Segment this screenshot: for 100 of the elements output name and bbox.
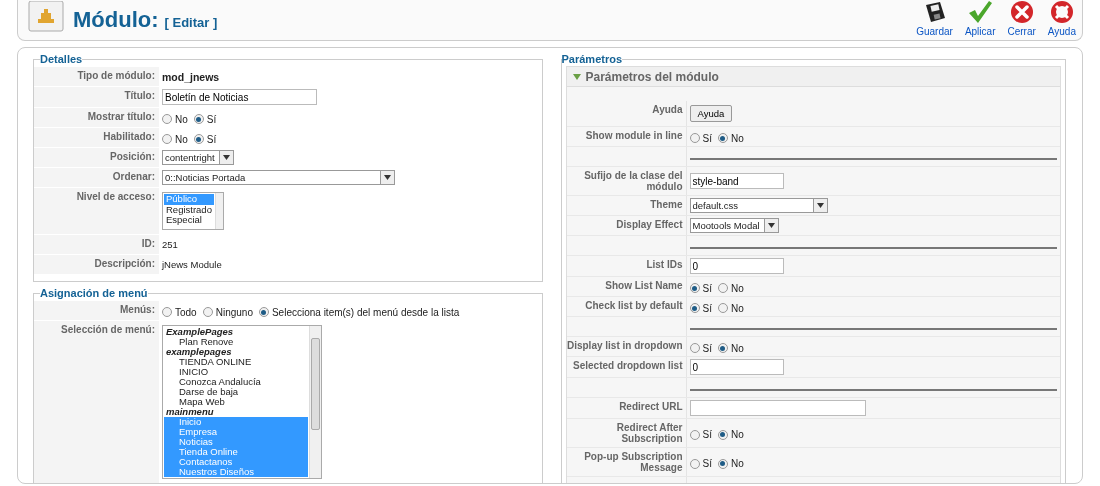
menu-group-heading[interactable]: examplepages <box>164 347 308 357</box>
field-value: mod_jnews <box>162 70 220 83</box>
save-button[interactable]: Guardar <box>914 0 955 37</box>
radio-button[interactable] <box>717 133 728 143</box>
radio-button[interactable] <box>162 114 172 124</box>
radio-button[interactable] <box>162 134 172 144</box>
caret-down-icon <box>816 203 824 208</box>
field-label: Show List Name <box>605 280 683 293</box>
field-label: ID: <box>141 238 155 251</box>
list-box[interactable]: ExamplePages Plan Renove examplepages TIENDA ONLINE INICIO Conozca Andalucía Darse de baja Mapa Web mainmenu Inicio Empresa Noticias Tienda Online Contactanos Nuestros Diseños <box>162 325 322 479</box>
text-field[interactable]: 0 <box>689 258 784 274</box>
menu-group-heading[interactable]: ExamplePages <box>164 327 308 337</box>
radio-button[interactable] <box>689 343 700 353</box>
radio-button[interactable] <box>717 283 728 293</box>
radio-button[interactable] <box>717 458 728 469</box>
list-option[interactable]: Darse de baja <box>164 387 308 397</box>
radio-button[interactable] <box>202 307 213 317</box>
list-option[interactable]: Mapa Web <box>164 397 308 407</box>
field-label: Posición: <box>110 151 155 164</box>
field-label: Sufijo de la clase del módulo <box>583 170 683 192</box>
caret-down-icon <box>222 155 230 160</box>
field-label: Display Effect <box>616 219 683 232</box>
text-field[interactable]: style-band <box>689 173 784 189</box>
list-option[interactable]: Registrado <box>164 204 214 215</box>
list-option[interactable]: Especial <box>164 215 214 226</box>
field-label: Mostrar título: <box>87 111 155 124</box>
radio-button[interactable] <box>193 114 204 124</box>
radio-label: Sí <box>206 113 217 125</box>
field-label: Título: <box>124 90 155 103</box>
text-field[interactable]: Boletín de Noticias <box>162 89 317 105</box>
field-label: Redirect URL <box>619 401 683 414</box>
radio-label: No <box>175 133 188 145</box>
radio-button[interactable] <box>717 303 728 313</box>
scrollbar[interactable] <box>214 193 223 229</box>
field-label: Selected dropdown list <box>573 360 683 373</box>
radio-label: Sí <box>206 133 217 145</box>
field-value: jNews Module <box>162 259 222 270</box>
list-option[interactable]: TIENDA ONLINE <box>164 357 308 367</box>
help-button[interactable]: Ayuda <box>1045 0 1078 37</box>
radio-button[interactable] <box>717 429 728 440</box>
radio-label: Sí <box>702 458 712 469</box>
radio-label: No <box>730 429 744 440</box>
radio-label: Sí <box>702 132 712 144</box>
radio-label: Sí <box>702 342 712 354</box>
list-option[interactable]: INICIO <box>164 367 308 377</box>
field-label: Descripción: <box>94 258 155 271</box>
caret-down-icon <box>384 175 391 180</box>
apply-button[interactable]: Aplicar <box>962 0 998 37</box>
text-field[interactable]: 0 <box>689 359 784 375</box>
radio-label: No <box>730 132 744 144</box>
radio-label: Sí <box>702 302 712 314</box>
radio-label: Selecciona item(s) del menú desde la lista <box>271 306 460 318</box>
radio-button[interactable] <box>689 429 700 440</box>
menu-group-heading[interactable]: mainmenu <box>164 407 308 417</box>
list-option[interactable]: Conozca Andalucía <box>164 377 308 387</box>
dropdown[interactable]: default.css <box>689 198 828 213</box>
caret-down-icon <box>767 223 775 228</box>
scrollbar[interactable] <box>309 326 321 478</box>
radio-button[interactable] <box>193 134 204 144</box>
section-legend: Asignación de menú <box>40 287 148 299</box>
list-option[interactable]: Plan Renove <box>164 337 308 347</box>
close-button[interactable]: Cerrar <box>1005 0 1038 37</box>
field-label: Nivel de acceso: <box>76 191 155 204</box>
field-value: 251 <box>162 239 178 250</box>
field-label: Selección de menú: <box>61 324 155 337</box>
section-header[interactable]: Parámetros del módulo <box>566 67 1060 87</box>
radio-label: Todo <box>175 306 197 318</box>
dropdown[interactable]: Mootools Modal <box>689 218 779 233</box>
radio-label: No <box>730 282 744 294</box>
edit-subtitle: [ Editar ] <box>164 15 218 30</box>
radio-button[interactable] <box>689 458 700 469</box>
radio-label: No <box>175 113 188 125</box>
field-label: Tipo de módulo: <box>77 70 155 83</box>
dropdown[interactable]: 0::Noticias Portada <box>162 170 395 185</box>
field-label: List IDs <box>646 259 683 272</box>
radio-label: No <box>730 342 744 354</box>
field-label: Display list in dropdown <box>566 340 683 353</box>
list-box[interactable]: Público Registrado Especial <box>162 192 224 230</box>
field-label: Ayuda <box>652 104 683 117</box>
text-field[interactable] <box>689 400 866 416</box>
radio-button[interactable] <box>258 307 269 317</box>
help-button[interactable]: Ayuda <box>689 105 733 122</box>
section-legend: Detalles <box>40 53 83 65</box>
radio-label: Ninguno <box>215 306 253 318</box>
radio-label: No <box>730 302 744 314</box>
radio-label: No <box>730 458 744 469</box>
radio-button[interactable] <box>717 343 728 353</box>
field-label: Redirect After Subscription <box>615 422 683 444</box>
radio-button[interactable] <box>689 283 700 293</box>
radio-button[interactable] <box>162 307 172 317</box>
radio-button[interactable] <box>689 303 700 313</box>
radio-button[interactable] <box>689 133 700 143</box>
field-label: Theme <box>650 199 683 212</box>
field-label: Ordenar: <box>112 171 155 184</box>
radio-label: Sí <box>702 429 712 440</box>
section-legend: Parámetros <box>561 53 623 65</box>
field-label: Pop-up Subscription Message <box>583 451 683 473</box>
dropdown[interactable]: contentright <box>162 150 234 165</box>
radio-label: Sí <box>702 282 712 294</box>
field-label: Check list by default <box>585 300 683 313</box>
